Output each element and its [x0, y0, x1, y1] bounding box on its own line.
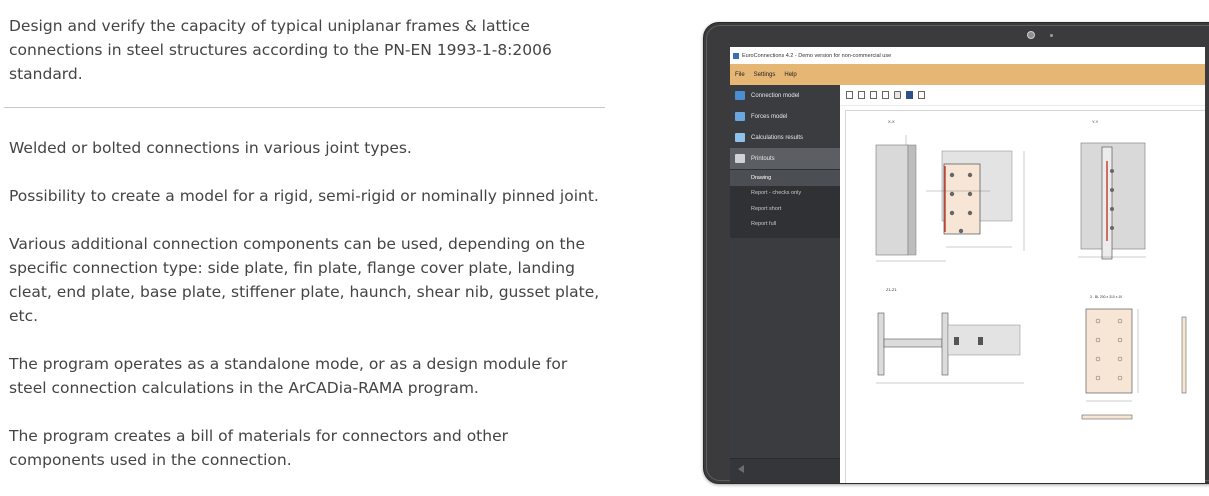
- menu-bar: File Settings Help: [730, 64, 1205, 85]
- window-title: EuroConnections 4.2 - Demo version for n…: [742, 52, 892, 59]
- sidebar-item-printouts[interactable]: Printouts: [730, 148, 840, 169]
- feature-list: Welded or bolted connections in various …: [9, 136, 605, 496]
- description-intro-block: Design and verify the capacity of typica…: [9, 14, 605, 86]
- printer-icon: [735, 154, 745, 163]
- export-page-icon[interactable]: [882, 91, 889, 99]
- calculations-icon: [735, 133, 745, 142]
- camera-icon: [1027, 31, 1035, 39]
- save-icon[interactable]: [906, 91, 913, 99]
- view-xx-label: X-X: [888, 119, 895, 124]
- window-titlebar: EuroConnections 4.2 - Demo version for n…: [730, 47, 1205, 64]
- column-flange: [907, 144, 917, 256]
- plate-side-view: [1181, 316, 1187, 394]
- forces-model-icon: [735, 112, 745, 121]
- connection-drawing: X-X Y-Y Z1-Z1 3 - BL 200 x 310 x 10: [875, 119, 1187, 420]
- printout-toolbar: [840, 85, 1205, 106]
- sidebar: Connection model Forces model Calculatio…: [730, 85, 840, 483]
- sidebar-item-calculations-results[interactable]: Calculations results: [730, 127, 840, 148]
- sidebar-item-label: Forces model: [751, 113, 788, 120]
- submenu-report-checks-only[interactable]: Report - checks only: [730, 186, 840, 202]
- laptop-mockup: EuroConnections 4.2 - Demo version for n…: [703, 22, 1209, 484]
- printouts-submenu: Drawing Report - checks only Report shor…: [730, 169, 840, 238]
- feature-item: Various additional connection components…: [9, 235, 600, 325]
- sidebar-item-connection-model[interactable]: Connection model: [730, 85, 840, 106]
- camera-led: [1050, 34, 1053, 37]
- drawing-canvas[interactable]: X-X Y-Y Z1-Z1 3 - BL 200 x 310 x 10: [845, 110, 1205, 483]
- app-logo-icon: [733, 52, 739, 59]
- add-page-icon[interactable]: [858, 91, 865, 99]
- submenu-report-short[interactable]: Report short: [730, 201, 840, 217]
- page-icon[interactable]: [870, 91, 877, 99]
- sidebar-footer: [730, 458, 840, 483]
- submenu-report-full[interactable]: Report full: [730, 217, 840, 233]
- plate-detail: [1085, 308, 1133, 394]
- feature-item: The program creates a bill of materials …: [9, 427, 508, 469]
- connection-model-icon: [735, 91, 745, 100]
- feature-item: Welded or bolted connections in various …: [9, 139, 412, 157]
- plate-detail-label: 3 - BL 200 x 310 x 10: [1090, 295, 1122, 299]
- fin-plate: [943, 163, 981, 235]
- app-window: EuroConnections 4.2 - Demo version for n…: [730, 47, 1205, 483]
- print-icon[interactable]: [894, 91, 901, 99]
- flange-right: [941, 312, 949, 376]
- sidebar-item-label: Printouts: [751, 155, 775, 162]
- intro-text: Design and verify the capacity of typica…: [9, 17, 552, 83]
- collapse-arrow-icon[interactable]: [738, 465, 744, 473]
- feature-item: Possibility to create a model for a rigi…: [9, 187, 599, 205]
- menu-file[interactable]: File: [735, 72, 745, 78]
- menu-help[interactable]: Help: [784, 72, 796, 78]
- section-divider: [4, 107, 605, 108]
- menu-settings[interactable]: Settings: [754, 72, 776, 78]
- plate-top-view: [1081, 414, 1133, 420]
- column-xx: [875, 144, 909, 256]
- sidebar-item-label: Connection model: [751, 92, 800, 99]
- view-yy-label: Y-Y: [1092, 119, 1099, 124]
- view-zz-label: Z1-Z1: [886, 287, 897, 292]
- web: [883, 338, 943, 348]
- sidebar-item-label: Calculations results: [751, 134, 804, 141]
- feature-item: The program operates as a standalone mod…: [9, 355, 568, 397]
- sidebar-item-forces-model[interactable]: Forces model: [730, 106, 840, 127]
- column-yy: [1080, 142, 1146, 250]
- submenu-drawing[interactable]: Drawing: [730, 170, 840, 186]
- new-page-icon[interactable]: [846, 91, 853, 99]
- report-icon[interactable]: [918, 91, 925, 99]
- flange-left: [877, 312, 885, 376]
